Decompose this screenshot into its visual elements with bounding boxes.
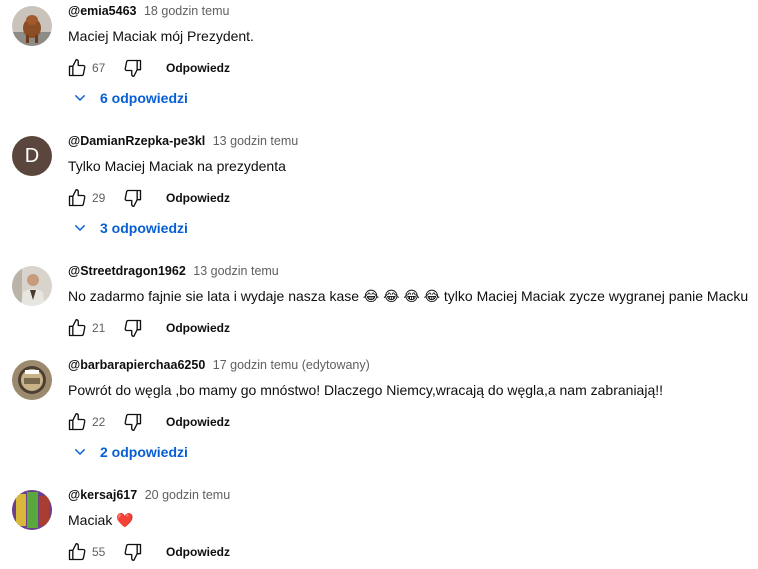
like-count: 29 [92, 191, 106, 205]
comment-text: Tylko Maciej Maciak na prezydenta [68, 158, 286, 174]
comment-time[interactable]: 18 godzin temu [144, 4, 229, 18]
comment-text: Maciak ❤️ [68, 512, 134, 528]
comment-header: @Streetdragon1962 13 godzin temu [68, 264, 279, 278]
reply-button[interactable]: Odpowiedz [166, 545, 230, 559]
thumb-down-icon [124, 543, 142, 561]
comment-time[interactable]: 20 godzin temu [145, 488, 230, 502]
like-count: 21 [92, 321, 106, 335]
author-name[interactable]: @DamianRzepka-pe3kl [68, 134, 205, 148]
author-name[interactable]: @emia5463 [68, 4, 137, 18]
comment-time[interactable]: 13 godzin temu [193, 264, 278, 278]
comment-header: @emia5463 18 godzin temu [68, 4, 229, 18]
thumb-down-icon [124, 189, 142, 207]
thumb-up-icon [68, 319, 86, 337]
like-count: 67 [92, 61, 106, 75]
reply-button[interactable]: Odpowiedz [166, 191, 230, 205]
thumb-up-icon [68, 413, 86, 431]
reply-button[interactable]: Odpowiedz [166, 321, 230, 335]
reply-button[interactable]: Odpowiedz [166, 61, 230, 75]
replies-count-label: 2 odpowiedzi [100, 444, 188, 460]
comment-text: Maciej Maciak mój Prezydent. [68, 28, 254, 44]
like-count: 22 [92, 415, 106, 429]
author-name[interactable]: @barbarapierchaa6250 [68, 358, 205, 372]
like-button[interactable] [66, 317, 88, 339]
person-photo-icon [12, 266, 52, 306]
dislike-button[interactable] [122, 541, 144, 563]
comment-time[interactable]: 13 godzin temu [213, 134, 298, 148]
comment-text: No zadarmo fajnie sie lata i wydaje nasz… [68, 288, 749, 304]
avatar[interactable] [12, 266, 52, 306]
comment-actions: 21 Odpowiedz [66, 316, 230, 340]
view-replies-button[interactable]: 2 odpowiedzi [72, 444, 188, 460]
avatar[interactable]: D [12, 136, 52, 176]
like-count: 55 [92, 545, 106, 559]
comment-actions: 55 Odpowiedz [66, 540, 230, 564]
author-name[interactable]: @Streetdragon1962 [68, 264, 186, 278]
replies-count-label: 3 odpowiedzi [100, 220, 188, 236]
snacks-photo-icon [12, 490, 52, 530]
thumb-down-icon [124, 59, 142, 78]
comment-header: @kersaj617 20 godzin temu [68, 488, 230, 502]
chevron-down-icon [74, 94, 86, 102]
replies-count-label: 6 odpowiedzi [100, 90, 188, 106]
thumb-up-icon [68, 59, 86, 77]
comment-actions: 29 Odpowiedz [66, 186, 230, 210]
like-button[interactable] [66, 57, 88, 79]
comment-text: Powrót do węgla ,bo mamy go mnóstwo! Dla… [68, 382, 664, 398]
like-button[interactable] [66, 411, 88, 433]
badge-photo-icon [12, 360, 52, 400]
reply-button[interactable]: Odpowiedz [166, 415, 230, 429]
avatar-letter: D [24, 144, 40, 167]
like-button[interactable] [66, 541, 88, 563]
author-name[interactable]: @kersaj617 [68, 488, 137, 502]
chevron-down-icon [74, 448, 86, 456]
avatar[interactable] [12, 6, 52, 46]
dislike-button[interactable] [122, 317, 144, 339]
like-button[interactable] [66, 187, 88, 209]
comment-actions: 22 Odpowiedz [66, 410, 230, 434]
dislike-button[interactable] [122, 57, 144, 79]
comment-header: @barbarapierchaa6250 17 godzin temu (edy… [68, 358, 370, 372]
chevron-down-icon [74, 224, 86, 232]
avatar[interactable] [12, 490, 52, 530]
dog-photo-icon [12, 6, 52, 46]
comment-time[interactable]: 17 godzin temu (edytowany) [213, 358, 370, 372]
view-replies-button[interactable]: 6 odpowiedzi [72, 90, 188, 106]
dislike-button[interactable] [122, 411, 144, 433]
view-replies-button[interactable]: 3 odpowiedzi [72, 220, 188, 236]
avatar[interactable] [12, 360, 52, 400]
thumb-up-icon [68, 189, 86, 207]
thumb-down-icon [124, 319, 142, 337]
comment-actions: 67 Odpowiedz [66, 56, 230, 80]
thumb-down-icon [124, 413, 142, 431]
thumb-up-icon [68, 543, 86, 561]
comment-header: @DamianRzepka-pe3kl 13 godzin temu [68, 134, 298, 148]
dislike-button[interactable] [122, 187, 144, 209]
